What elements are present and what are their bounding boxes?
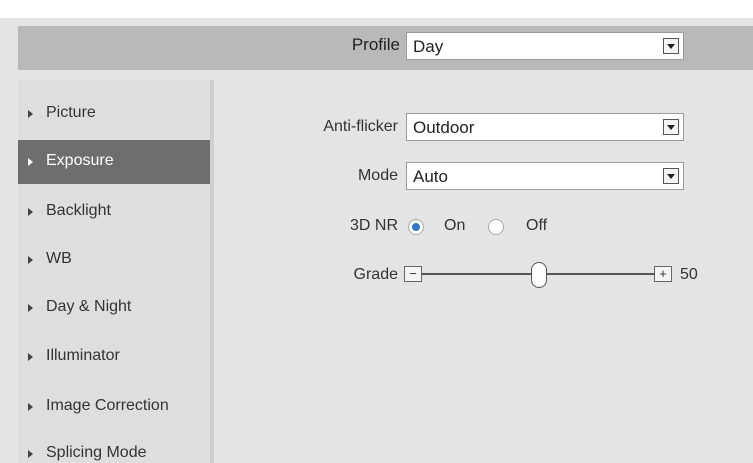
nr3d-on-label: On	[444, 217, 466, 234]
exposure-settings-window: Profile Day Picture Exposure Backlight W…	[0, 0, 753, 463]
caret-right-icon	[28, 450, 33, 458]
grade-slider-thumb[interactable]	[531, 262, 547, 288]
nr3d-off-radio[interactable]	[488, 219, 504, 235]
anti-flicker-label: Anti-flicker	[323, 118, 398, 135]
nr3d-on-radio[interactable]	[408, 219, 424, 235]
sidebar-item-wb[interactable]: WB	[18, 238, 210, 282]
sidebar-item-label: Illuminator	[46, 347, 120, 364]
sidebar-item-label: Picture	[46, 104, 96, 121]
grade-value: 50	[680, 266, 698, 283]
sidebar-item-label: WB	[46, 250, 72, 267]
sidebar-item-label: Splicing Mode	[46, 444, 147, 461]
caret-right-icon	[28, 304, 33, 312]
grade-decrease-button[interactable]: −	[404, 266, 422, 282]
grade-label: Grade	[353, 266, 398, 283]
mode-label: Mode	[357, 167, 398, 184]
sidebar-item-label: Backlight	[46, 202, 111, 219]
anti-flicker-select[interactable]: Outdoor	[406, 113, 684, 141]
caret-right-icon	[28, 110, 33, 118]
anti-flicker-value: Outdoor	[413, 118, 475, 137]
chevron-down-icon[interactable]	[663, 168, 679, 184]
chevron-down-icon[interactable]	[663, 38, 679, 54]
mode-select[interactable]: Auto	[406, 162, 684, 190]
sidebar-item-backlight[interactable]: Backlight	[18, 190, 210, 234]
nr3d-label: 3D NR	[349, 217, 398, 234]
caret-right-icon	[28, 353, 33, 361]
sidebar-item-label: Exposure	[46, 152, 114, 169]
sidebar-item-splicing-mode[interactable]: Splicing Mode	[18, 432, 210, 463]
grade-increase-button[interactable]: +	[654, 266, 672, 282]
chevron-down-icon[interactable]	[663, 119, 679, 135]
nr3d-off-label: Off	[526, 217, 548, 234]
caret-right-icon	[28, 403, 33, 411]
sidebar-item-picture[interactable]: Picture	[18, 92, 210, 136]
profile-label: Profile	[351, 35, 400, 54]
caret-right-icon	[28, 208, 33, 216]
sidebar-item-image-correction[interactable]: Image Correction	[18, 385, 210, 429]
sidebar-item-illuminator[interactable]: Illuminator	[18, 335, 210, 379]
profile-select-value: Day	[413, 37, 444, 56]
sidebar-item-label: Image Correction	[46, 397, 169, 414]
mode-value: Auto	[413, 167, 448, 186]
profile-select[interactable]: Day	[406, 32, 684, 60]
sidebar-item-day-night[interactable]: Day & Night	[18, 286, 210, 330]
settings-sidebar: Picture Exposure Backlight WB Day & Nigh…	[18, 80, 214, 463]
sidebar-item-label: Day & Night	[46, 298, 132, 315]
caret-right-icon	[28, 158, 33, 166]
sidebar-item-exposure[interactable]: Exposure	[18, 140, 210, 184]
caret-right-icon	[28, 256, 33, 264]
top-margin	[0, 0, 753, 18]
